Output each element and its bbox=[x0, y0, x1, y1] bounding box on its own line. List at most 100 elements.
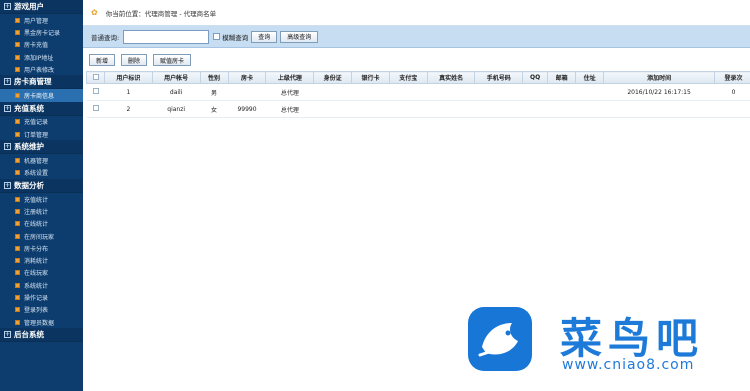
menu-bullet-icon bbox=[15, 29, 20, 35]
expand-icon: + bbox=[4, 181, 11, 189]
sidebar-item[interactable]: 管理员数据 bbox=[0, 316, 83, 328]
sidebar-item[interactable]: 黑金房卡记录 bbox=[0, 26, 83, 38]
select-all-checkbox[interactable] bbox=[92, 73, 99, 80]
row-checkbox-cell[interactable] bbox=[86, 100, 105, 118]
sidebar-section-title: 游戏用户 bbox=[14, 2, 44, 11]
table-cell bbox=[351, 100, 390, 118]
sidebar-section-header[interactable]: + 数据分析 bbox=[0, 178, 83, 193]
sidebar-section-header[interactable]: + 房卡商管理 bbox=[0, 75, 83, 90]
delete-button[interactable]: 删除 bbox=[121, 54, 148, 66]
sidebar-section-header[interactable]: + 游戏用户 bbox=[0, 0, 83, 14]
column-header: 添加时间 bbox=[603, 71, 716, 84]
fuzzy-search-checkbox[interactable] bbox=[213, 33, 221, 40]
sidebar-item[interactable]: 添加IP地址 bbox=[0, 51, 83, 63]
sidebar-item[interactable]: 系统设置 bbox=[0, 167, 83, 179]
table-cell bbox=[228, 83, 266, 101]
sidebar-item-label: 在线玩家 bbox=[24, 270, 49, 278]
row-checkbox[interactable] bbox=[92, 88, 99, 94]
menu-bullet-icon bbox=[15, 319, 20, 325]
table-cell: 男 bbox=[200, 83, 228, 101]
menu-bullet-icon bbox=[15, 196, 20, 202]
search-input[interactable] bbox=[123, 29, 210, 44]
menu-bullet-icon bbox=[15, 93, 20, 99]
sidebar-item[interactable]: 用户管理 bbox=[0, 14, 83, 26]
table-cell bbox=[547, 83, 576, 101]
table-cell: 女 bbox=[200, 100, 228, 118]
menu-bullet-icon bbox=[15, 66, 20, 72]
column-header: 邮箱 bbox=[547, 71, 577, 84]
table-cell bbox=[313, 83, 352, 101]
table-cell: 2 bbox=[104, 100, 153, 118]
column-header: 登录次 bbox=[714, 71, 750, 84]
menu-bullet-icon bbox=[15, 42, 20, 48]
column-header: 身份证 bbox=[313, 71, 353, 84]
sidebar-item[interactable]: 用户表修改 bbox=[0, 63, 83, 75]
table-row[interactable]: 2 qianzi 女 99990 总代理 bbox=[86, 100, 750, 118]
menu-bullet-icon bbox=[15, 54, 20, 60]
sidebar-item[interactable]: 房卡分布 bbox=[0, 242, 83, 254]
breadcrumb-text: 你当前位置：代理商管理 - 代理商名单 bbox=[105, 9, 217, 18]
column-header: 手机号码 bbox=[474, 71, 524, 84]
sidebar-item-label: 充值记录 bbox=[24, 119, 49, 127]
sidebar-item-label: 用户管理 bbox=[24, 17, 49, 25]
table-header-row: 用户标识 用户帐号 性别 房卡 上级代理 身份证 银行卡 支付宝 真实姓名 手机号码 QQ 邮箱 住址添… bbox=[85, 71, 750, 84]
table-cell: 1 bbox=[104, 83, 153, 101]
table-cell: 0 bbox=[714, 83, 750, 101]
menu-bullet-icon bbox=[15, 307, 20, 313]
expand-icon: + bbox=[4, 78, 11, 86]
sidebar-section-header[interactable]: + 系统维护 bbox=[0, 140, 83, 155]
search-bar: 普通查询: 模糊查询 查询 高级查询 bbox=[83, 26, 750, 48]
toolbar: 新增 删除 赋值房卡 bbox=[83, 52, 750, 68]
menu-bullet-icon bbox=[15, 158, 20, 164]
assign-card-button[interactable]: 赋值房卡 bbox=[153, 54, 192, 66]
sidebar-item[interactable]: 机器管理 bbox=[0, 154, 83, 166]
search-label: 普通查询: bbox=[91, 33, 120, 42]
menu-bullet-icon bbox=[15, 245, 20, 251]
home-icon: ✿ bbox=[91, 8, 98, 17]
sidebar-item[interactable]: 订单管理 bbox=[0, 128, 83, 140]
add-button[interactable]: 新增 bbox=[89, 54, 116, 66]
table-cell bbox=[427, 83, 475, 101]
sidebar-section-title: 后台系统 bbox=[14, 330, 44, 340]
table-cell: daili bbox=[152, 83, 201, 101]
cniao8-logo: 菜鸟吧 www.cniao8.com bbox=[468, 305, 750, 391]
sidebar-item[interactable]: 在房间玩家 bbox=[0, 230, 83, 242]
sidebar-item-label: 充值统计 bbox=[24, 196, 49, 204]
sidebar-item[interactable]: 房卡商信息 bbox=[0, 89, 83, 102]
sidebar-section-title: 充值系统 bbox=[14, 103, 44, 113]
menu-bullet-icon bbox=[15, 258, 20, 264]
sidebar-item[interactable]: 在线玩家 bbox=[0, 267, 83, 279]
table-cell bbox=[522, 100, 548, 118]
query-button[interactable]: 查询 bbox=[251, 30, 278, 43]
advanced-query-button[interactable]: 高级查询 bbox=[280, 30, 319, 43]
select-all-checkbox-cell[interactable] bbox=[85, 71, 106, 84]
table-cell bbox=[474, 83, 523, 101]
expand-icon: + bbox=[4, 331, 11, 339]
sidebar-section-header[interactable]: + 后台系统 bbox=[0, 328, 83, 343]
sidebar-item-label: 订单管理 bbox=[24, 131, 49, 139]
sidebar-item[interactable]: 登录列表 bbox=[0, 304, 83, 316]
table-cell: qianzi bbox=[152, 100, 201, 118]
table-cell bbox=[351, 83, 390, 101]
table-cell bbox=[313, 100, 352, 118]
table-cell: 2016/10/22 16:17:15 bbox=[603, 83, 715, 101]
sidebar-item-label: 房卡分布 bbox=[24, 245, 49, 253]
sidebar-section-title: 房卡商管理 bbox=[14, 77, 52, 87]
sidebar-item[interactable]: 系统统计 bbox=[0, 279, 83, 291]
sidebar-item[interactable]: 注册统计 bbox=[0, 205, 83, 217]
sidebar-item[interactable]: 消耗统计 bbox=[0, 254, 83, 266]
expand-icon: + bbox=[4, 143, 11, 151]
sidebar-section-header[interactable]: + 充值系统 bbox=[0, 101, 83, 116]
sidebar-item[interactable]: 房卡充值 bbox=[0, 39, 83, 51]
column-header: QQ bbox=[522, 71, 549, 84]
menu-bullet-icon bbox=[15, 282, 20, 288]
row-checkbox-cell[interactable] bbox=[86, 83, 105, 101]
sidebar-item[interactable]: 充值统计 bbox=[0, 193, 83, 205]
table-cell bbox=[474, 100, 523, 118]
sidebar-item[interactable]: 充值记录 bbox=[0, 116, 83, 128]
row-checkbox[interactable] bbox=[92, 105, 99, 111]
menu-bullet-icon bbox=[15, 294, 20, 300]
sidebar-item[interactable]: 在线统计 bbox=[0, 218, 83, 230]
sidebar-item[interactable]: 操作记录 bbox=[0, 291, 83, 303]
table-row[interactable]: 1 daili 男 总代理 2016/10/22 16:17:15 0 bbox=[86, 83, 750, 101]
